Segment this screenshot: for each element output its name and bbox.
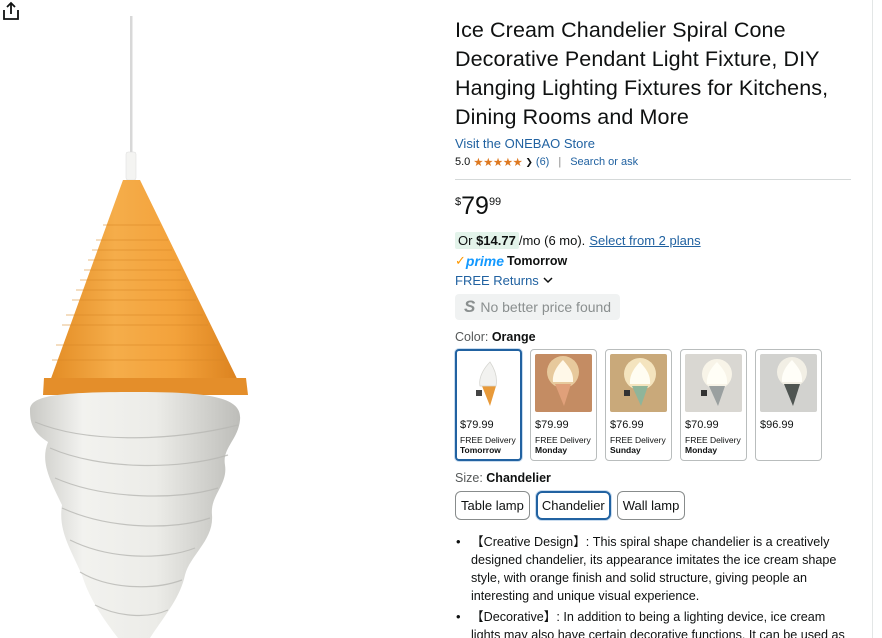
swatch-thumbnail	[760, 354, 817, 412]
feature-bullet: 【Decorative】: In addition to being a lig…	[455, 608, 853, 638]
swatch-delivery-day: Sunday	[610, 445, 641, 455]
feature-bullets: 【Creative Design】: This spiral shape cha…	[455, 533, 853, 638]
swatch-delivery-text: FREE Delivery	[535, 435, 591, 445]
color-label-text: Color:	[455, 330, 489, 344]
check-icon: ✓	[455, 253, 466, 268]
rating-row: 5.0 ★★★★★ ❯ (6) | Search or ask	[455, 155, 855, 169]
price-whole: 79	[461, 192, 489, 220]
installment-amount: $14.77	[476, 233, 516, 248]
no-better-price-badge: S No better price found	[455, 294, 621, 320]
installment-offer: Or $14.77 /mo (6 mo). Select from 2 plan…	[455, 232, 855, 249]
product-details: Ice Cream Chandelier Spiral Cone Decorat…	[455, 16, 855, 638]
swatch-image	[460, 354, 517, 412]
store-link[interactable]: Visit the ONEBAO Store	[455, 136, 855, 151]
size-options: Table lamp Chandelier Wall lamp	[455, 491, 855, 520]
swatch-delivery: FREE Delivery Tomorrow	[460, 435, 516, 455]
installment-prefix: Or	[458, 233, 473, 248]
color-swatch[interactable]: $79.99 FREE Delivery Monday	[530, 349, 597, 461]
select-plans-link[interactable]: Select from 2 plans	[589, 233, 700, 248]
swatch-price: $96.99	[760, 419, 794, 431]
free-returns-label[interactable]: FREE Returns	[455, 273, 539, 288]
color-swatch[interactable]: $76.99 FREE Delivery Sunday	[605, 349, 672, 461]
size-label-text: Size:	[455, 471, 483, 485]
size-option-table-lamp[interactable]: Table lamp	[455, 491, 530, 520]
product-main-image[interactable]	[0, 0, 440, 638]
delivery-day: Tomorrow	[507, 254, 568, 268]
swatch-thumbnail	[460, 354, 517, 412]
column-divider	[872, 0, 873, 638]
size-option-chandelier[interactable]: Chandelier	[535, 491, 611, 520]
search-or-ask-link[interactable]: Search or ask	[570, 156, 638, 168]
installment-badge: Or $14.77	[455, 232, 519, 249]
color-swatch[interactable]: $70.99 FREE Delivery Monday	[680, 349, 747, 461]
size-label: Size: Chandelier	[455, 471, 855, 485]
swatch-image	[610, 354, 667, 412]
swatch-price: $70.99	[685, 419, 719, 431]
size-selected: Chandelier	[486, 471, 551, 485]
chevron-down-icon[interactable]	[543, 277, 553, 284]
color-label: Color: Orange	[455, 330, 855, 344]
color-swatch[interactable]: $96.99	[755, 349, 822, 461]
swatch-image	[535, 354, 592, 412]
chevron-down-icon[interactable]: ❯	[525, 157, 533, 168]
prime-logo[interactable]: prime	[466, 253, 504, 269]
swatch-delivery-day: Tomorrow	[460, 445, 501, 455]
swatch-price: $76.99	[610, 419, 644, 431]
divider	[455, 179, 851, 180]
swatch-delivery: FREE Delivery Sunday	[610, 435, 666, 455]
star-rating-icon[interactable]: ★★★★★	[473, 155, 523, 169]
prime-delivery: ✓ prime Tomorrow	[455, 253, 855, 269]
price: $ 79 99	[455, 192, 855, 220]
size-option-wall-lamp[interactable]: Wall lamp	[616, 491, 686, 520]
no-better-price-text: No better price found	[480, 299, 612, 315]
swatch-delivery-text: FREE Delivery	[460, 435, 516, 445]
swatch-price: $79.99	[460, 419, 494, 431]
swatch-delivery: FREE Delivery Monday	[535, 435, 591, 455]
separator: |	[558, 156, 562, 168]
swatch-delivery-text: FREE Delivery	[685, 435, 741, 445]
swatch-image	[685, 354, 742, 412]
swatch-delivery-day: Monday	[535, 445, 568, 455]
color-swatches: $79.99 FREE Delivery Tomorrow $79.99 FREE…	[455, 349, 855, 461]
swatch-delivery-text: FREE Delivery	[610, 435, 666, 445]
product-title: Ice Cream Chandelier Spiral Cone Decorat…	[455, 18, 829, 129]
rating-count-link[interactable]: (6)	[536, 156, 549, 168]
color-swatch[interactable]: $79.99 FREE Delivery Tomorrow	[455, 349, 522, 461]
swatch-thumbnail	[610, 354, 667, 412]
installment-suffix: /mo (6 mo).	[518, 233, 586, 248]
price-fraction: 99	[488, 196, 502, 208]
swatch-delivery: FREE Delivery Monday	[685, 435, 741, 455]
no-better-price-icon: S	[464, 297, 476, 316]
swatch-thumbnail	[685, 354, 742, 412]
swatch-image	[760, 354, 817, 412]
share-icon[interactable]	[0, 0, 22, 22]
swatch-price: $79.99	[535, 419, 569, 431]
feature-bullet: 【Creative Design】: This spiral shape cha…	[455, 533, 853, 605]
rating-value: 5.0	[455, 156, 471, 168]
swatch-delivery-day: Monday	[685, 445, 718, 455]
swatch-thumbnail	[535, 354, 592, 412]
ice-cream-chandelier-image	[30, 16, 248, 638]
color-selected: Orange	[491, 330, 536, 344]
free-returns[interactable]: FREE Returns	[455, 273, 855, 288]
